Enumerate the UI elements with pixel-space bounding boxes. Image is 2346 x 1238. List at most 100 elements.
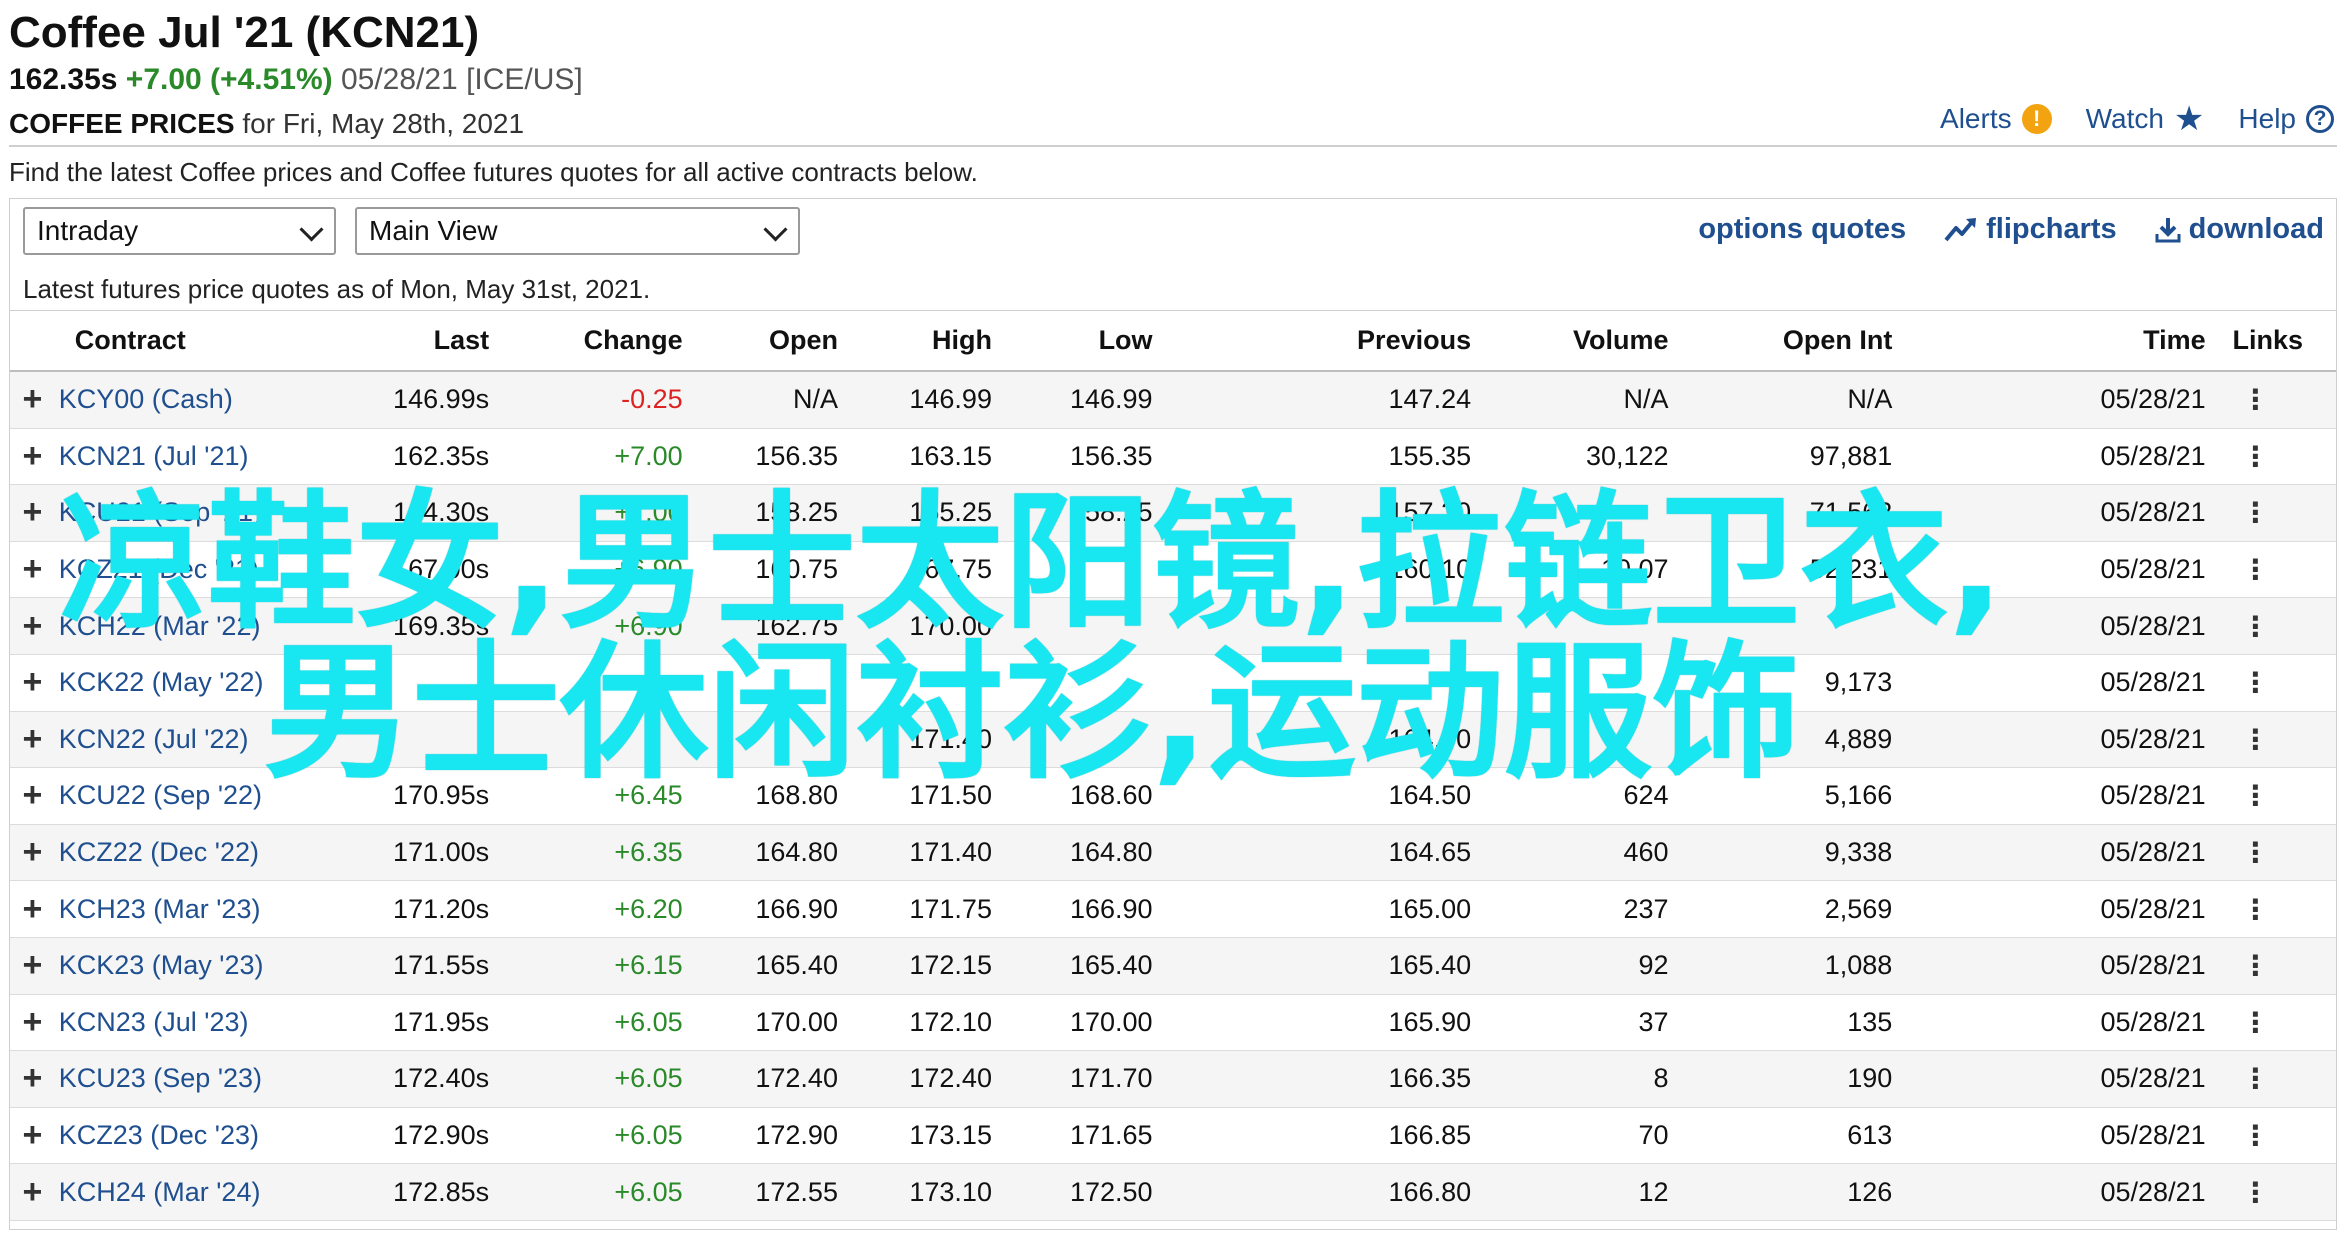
contract-link[interactable]: KCZ23 (Dec '23): [54, 1107, 371, 1165]
cell-time: 05/28/21: [1892, 824, 2206, 882]
column-header-low[interactable]: Low: [991, 310, 1153, 372]
cell-last: 171.00s: [370, 824, 490, 882]
table-row: + KCZ21 (Dec '21) 167.00s +6.90 160.75 167.75…: [10, 541, 2336, 599]
column-header-high[interactable]: High: [837, 310, 992, 372]
more-options-icon[interactable]: ⋮: [2205, 880, 2304, 938]
watch-link[interactable]: Watch ★: [2086, 102, 2205, 136]
column-header-change[interactable]: Change: [489, 310, 683, 372]
expand-plus-icon[interactable]: +: [10, 428, 55, 486]
more-options-icon[interactable]: ⋮: [2205, 937, 2304, 995]
more-options-icon[interactable]: ⋮: [2205, 541, 2304, 599]
contract-link[interactable]: KCN22 (Jul '22): [54, 711, 371, 769]
download-link[interactable]: download: [2155, 213, 2324, 246]
cell-time: 05/28/21: [1892, 1107, 2206, 1165]
cell-volume: 92: [1471, 937, 1669, 995]
more-options-icon[interactable]: ⋮: [2205, 654, 2304, 712]
options-quotes-link[interactable]: options quotes: [1698, 213, 1906, 246]
column-header-open[interactable]: Open: [682, 310, 838, 372]
expand-plus-icon[interactable]: +: [10, 541, 55, 599]
expand-plus-icon[interactable]: +: [10, 824, 55, 882]
contract-link[interactable]: KCU22 (Sep '22): [54, 767, 371, 825]
expand-plus-icon[interactable]: +: [10, 1050, 55, 1108]
expand-plus-icon[interactable]: +: [10, 654, 55, 712]
cell-high: 173.15: [837, 1107, 992, 1165]
contract-link[interactable]: KCK22 (May '22): [54, 654, 371, 712]
table-row: + KCU22 (Sep '22) 170.95s +6.45 168.80 171.50…: [10, 767, 2336, 825]
cell-open-int: 71,562: [1668, 484, 1893, 542]
column-header-previous[interactable]: Previous: [1152, 310, 1472, 372]
expand-plus-icon[interactable]: +: [10, 484, 55, 542]
column-header-last[interactable]: Last: [370, 310, 490, 372]
more-options-icon[interactable]: ⋮: [2205, 767, 2304, 825]
cell-volume: 624: [1471, 767, 1669, 825]
cell-previous: 166.35: [1152, 1050, 1472, 1108]
cell-low: 166.90: [991, 880, 1153, 938]
contract-link[interactable]: KCH23 (Mar '23): [54, 880, 371, 938]
column-header-volume[interactable]: Volume: [1471, 310, 1669, 372]
contract-link[interactable]: KCK23 (May '23): [54, 937, 371, 995]
expand-plus-icon[interactable]: +: [10, 371, 55, 429]
expand-plus-icon[interactable]: +: [10, 937, 55, 995]
more-options-icon[interactable]: ⋮: [2205, 994, 2304, 1052]
expand-plus-icon[interactable]: +: [10, 711, 55, 769]
view-select[interactable]: Main View: [355, 207, 800, 255]
cell-low: [991, 711, 1153, 769]
cell-high: [837, 654, 992, 712]
contract-link[interactable]: KCN23 (Jul '23): [54, 994, 371, 1052]
cell-previous: 147.24: [1152, 371, 1472, 429]
alerts-link[interactable]: Alerts !: [1940, 103, 2052, 135]
contract-link[interactable]: KCU21 (Sep '21): [54, 484, 371, 542]
period-select[interactable]: Intraday: [23, 207, 336, 255]
expand-plus-icon[interactable]: +: [10, 994, 55, 1052]
cell-open-int: 190: [1668, 1050, 1893, 1108]
more-options-icon[interactable]: ⋮: [2205, 1050, 2304, 1108]
expand-plus-icon[interactable]: +: [10, 767, 55, 825]
more-options-icon[interactable]: ⋮: [2205, 597, 2304, 655]
column-header-contract[interactable]: Contract: [54, 310, 371, 372]
more-options-icon[interactable]: ⋮: [2205, 1107, 2304, 1165]
contract-link[interactable]: KCZ22 (Dec '22): [54, 824, 371, 882]
contract-link[interactable]: KCH24 (Mar '24): [54, 1163, 371, 1221]
contract-link[interactable]: KCZ21 (Dec '21): [54, 541, 371, 599]
more-options-icon[interactable]: ⋮: [2205, 711, 2304, 769]
contract-link[interactable]: KCH22 (Mar '22): [54, 597, 371, 655]
quotes-panel: Intraday Main View options quotes flipch…: [9, 198, 2337, 1230]
cell-open-int: N/A: [1668, 371, 1893, 429]
more-options-icon[interactable]: ⋮: [2205, 1163, 2304, 1221]
column-header-open-int[interactable]: Open Int: [1668, 310, 1893, 372]
cell-last: 162.35s: [370, 428, 490, 486]
cell-last: 171.20s: [370, 880, 490, 938]
cell-change: +6.35: [489, 824, 683, 882]
column-header-time[interactable]: Time: [1892, 310, 2206, 372]
contract-link[interactable]: KCN21 (Jul '21): [54, 428, 371, 486]
cell-change: +6.05: [489, 1107, 683, 1165]
more-options-icon[interactable]: ⋮: [2205, 371, 2304, 429]
expand-plus-icon[interactable]: +: [10, 1163, 55, 1221]
cell-open: 170.00: [682, 994, 838, 1052]
column-header-links: Links: [2205, 310, 2304, 372]
cell-high: 165.25: [837, 484, 992, 542]
cell-last: 172.90s: [370, 1107, 490, 1165]
expand-plus-icon[interactable]: +: [10, 597, 55, 655]
expand-plus-icon[interactable]: +: [10, 1107, 55, 1165]
more-options-icon[interactable]: ⋮: [2205, 484, 2304, 542]
more-options-icon[interactable]: ⋮: [2205, 824, 2304, 882]
cell-previous: 155.35: [1152, 428, 1472, 486]
cell-open: 158.25: [682, 484, 838, 542]
table-row: + KCK23 (May '23) 171.55s +6.15 165.40 172.15…: [10, 937, 2336, 995]
cell-high: 172.10: [837, 994, 992, 1052]
cell-open-int: 613: [1668, 1107, 1893, 1165]
flipcharts-link[interactable]: flipcharts: [1944, 213, 2117, 246]
expand-plus-icon[interactable]: +: [10, 880, 55, 938]
cell-open: 160.75: [682, 541, 838, 599]
cell-open: N/A: [682, 371, 838, 429]
more-options-icon[interactable]: ⋮: [2205, 428, 2304, 486]
contract-link[interactable]: KCU23 (Sep '23): [54, 1050, 371, 1108]
cell-open-int: 9,338: [1668, 824, 1893, 882]
table-row: + KCZ22 (Dec '22) 171.00s +6.35 164.80 171.40…: [10, 824, 2336, 882]
cell-high: 171.40: [837, 711, 992, 769]
cell-open: 166.90: [682, 880, 838, 938]
quote-page: Coffee Jul '21 (KCN21) 162.35s +7.00 (+4…: [0, 0, 2346, 1238]
contract-link[interactable]: KCY00 (Cash): [54, 371, 371, 429]
help-link[interactable]: Help ?: [2238, 103, 2334, 135]
